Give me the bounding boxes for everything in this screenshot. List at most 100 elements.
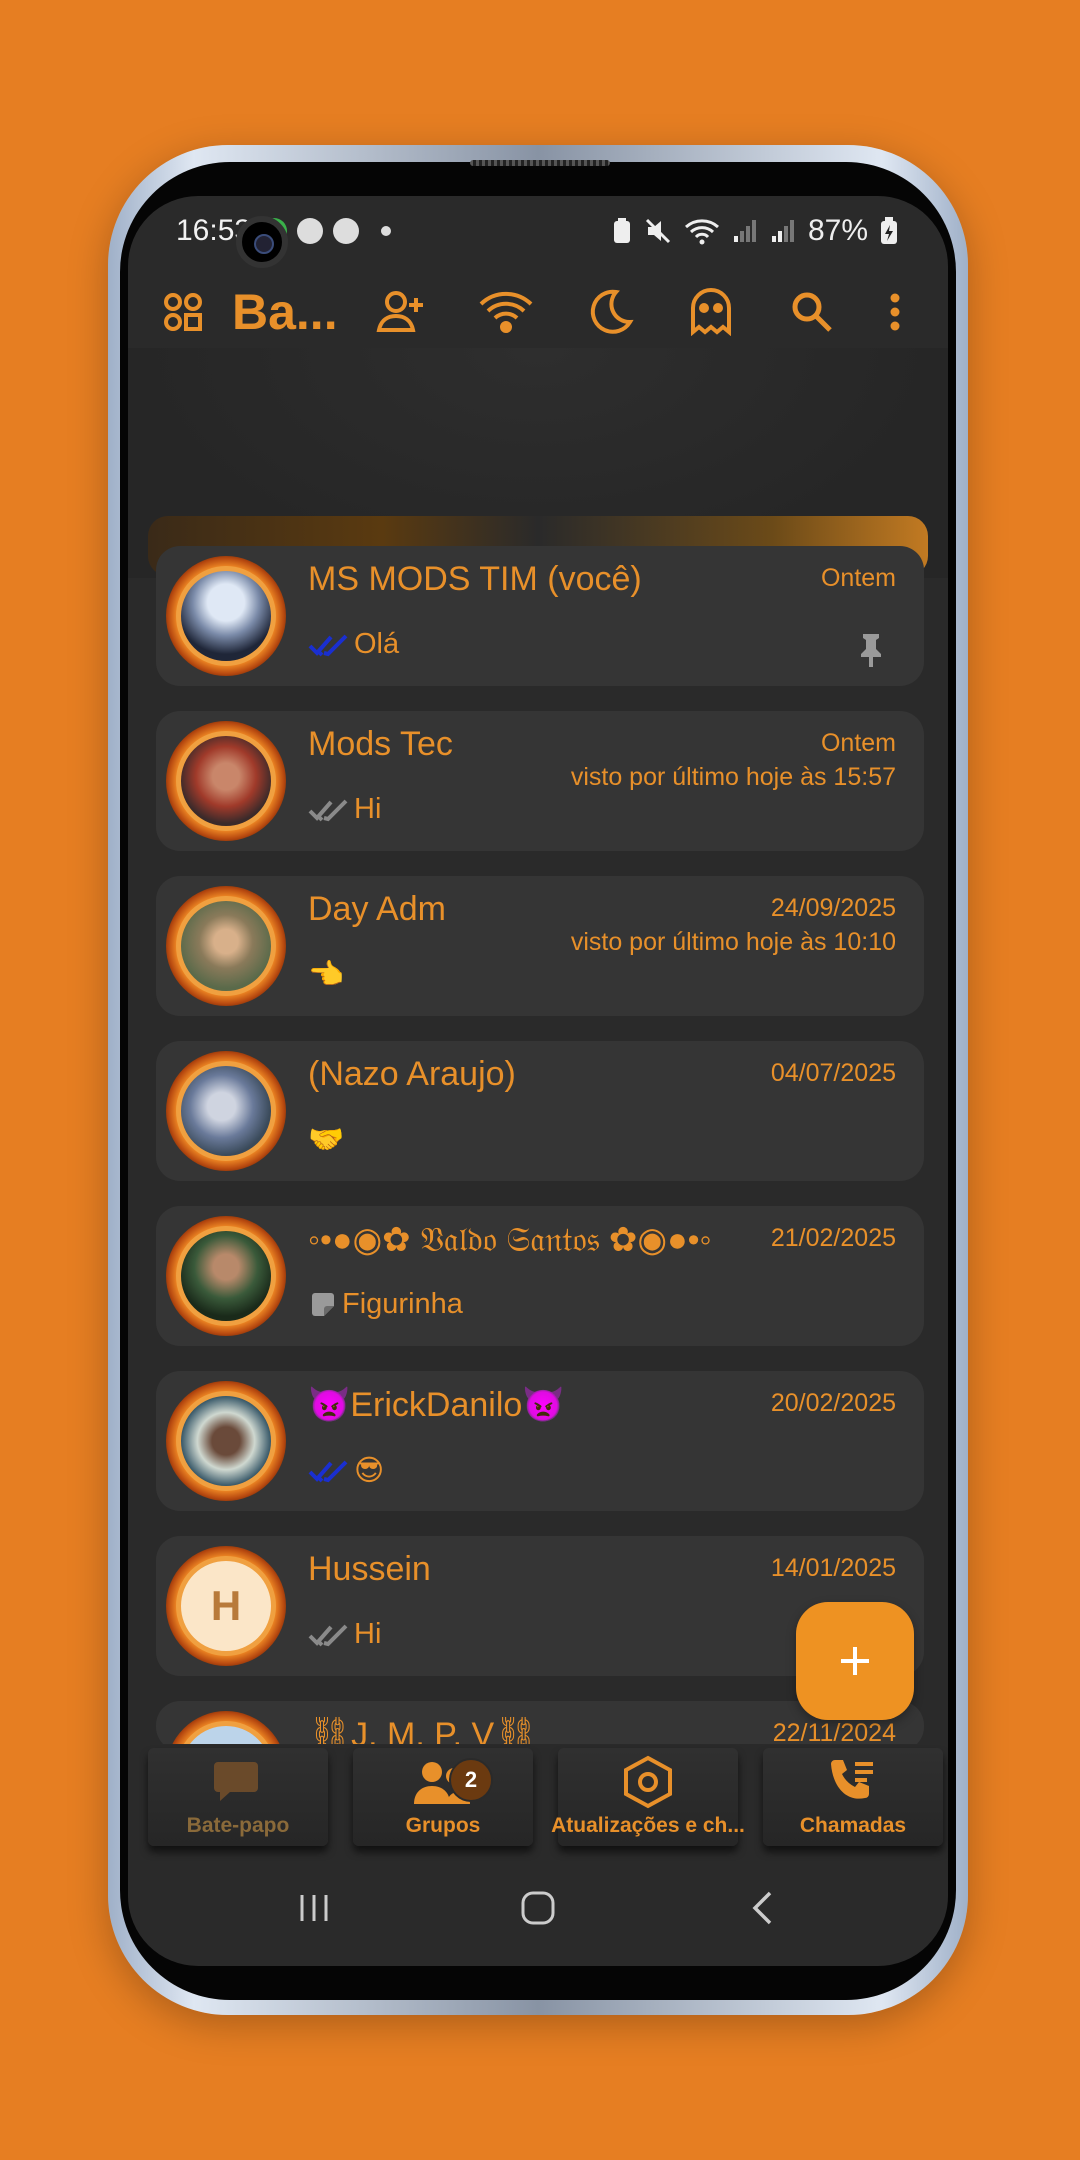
chat-item[interactable]: Mods Tec Ontem visto por último hoje às … xyxy=(156,711,924,851)
battery-percent: 87% xyxy=(807,214,868,247)
avatar[interactable] xyxy=(166,1051,286,1171)
pin-icon xyxy=(861,634,881,667)
tab-grupos[interactable]: Grupos 2 xyxy=(353,1748,533,1846)
tab-label: Grupos xyxy=(405,1814,481,1837)
signal-icon xyxy=(733,220,756,242)
chat-last-message: Olá xyxy=(308,628,399,661)
avatar-image: H xyxy=(176,1556,276,1656)
avatar[interactable] xyxy=(166,886,286,1006)
avatar-image xyxy=(176,1061,276,1161)
chat-name: Day Adm xyxy=(308,890,446,928)
whatsapp-business-icon xyxy=(297,218,324,244)
apps-icon[interactable] xyxy=(158,276,208,348)
avatar-letter: H xyxy=(210,1582,242,1629)
chat-name: MS MODS TIM (você) xyxy=(308,560,642,598)
chat-last-message: 🤝 xyxy=(308,1123,344,1157)
tab-atualizacoes[interactable]: Atualizações e ch... xyxy=(551,1748,745,1846)
chat-last-message: 😎 xyxy=(308,1453,384,1488)
moon-icon[interactable] xyxy=(582,276,638,348)
toolbar-title-text: Ba... xyxy=(232,284,338,340)
whatsapp-icon xyxy=(333,218,360,244)
wifi-status-icon xyxy=(684,219,719,245)
chat-time: 21/02/2025 xyxy=(770,1224,896,1252)
mute-icon xyxy=(645,218,671,244)
avatar-image xyxy=(176,1226,276,1326)
chat-last-message: Figurinha xyxy=(308,1288,463,1321)
chat-last-message: Hi xyxy=(308,1618,381,1651)
double-check-delivered-icon xyxy=(308,1624,348,1646)
chat-time: 14/01/2025 xyxy=(770,1554,896,1582)
home-icon[interactable] xyxy=(508,1878,568,1938)
search-icon[interactable] xyxy=(784,276,840,348)
phone-screen: 16:53 87% Ba... MS MODS TIM (você) Ontem… xyxy=(128,196,948,1966)
chat-item[interactable]: ◦•●◉✿ 𝔙𝔞𝔩𝔡𝔬 𝔖𝔞𝔫𝔱𝔬𝔰 ✿◉●•◦ 21/02/2025 Figu… xyxy=(156,1206,924,1346)
chat-message-text: 😎 xyxy=(354,1455,385,1487)
chat-message-text: 👈 xyxy=(308,959,345,991)
battery-charging-icon xyxy=(881,217,897,244)
updates-icon xyxy=(624,1755,672,1809)
ghost-icon[interactable] xyxy=(683,276,739,348)
chat-time: 24/09/2025 xyxy=(770,894,896,922)
last-seen-text: visto por último hoje às 10:10 xyxy=(570,928,896,956)
chat-time: Ontem xyxy=(820,564,896,592)
top-toolbar: Ba... xyxy=(128,276,948,348)
chat-item[interactable]: 👿ErickDanilo👿 20/02/2025 😎 xyxy=(156,1371,924,1511)
chat-message-text: Figurinha xyxy=(342,1288,463,1320)
tab-chamadas[interactable]: Chamadas xyxy=(763,1748,943,1846)
chat-message-text: Hi xyxy=(354,1618,382,1650)
tab-label: Chamadas xyxy=(799,1814,907,1837)
sticker-icon xyxy=(312,1292,334,1316)
last-seen-text: visto por último hoje às 15:57 xyxy=(570,763,896,791)
signal-icon-2 xyxy=(771,220,794,242)
toolbar-title: Ba... xyxy=(232,276,338,348)
avatar[interactable]: H xyxy=(166,1546,286,1666)
back-icon[interactable] xyxy=(732,1878,792,1938)
chat-last-message: Hi xyxy=(308,793,381,826)
chat-message-text: Hi xyxy=(354,793,382,825)
chat-item[interactable]: MS MODS TIM (você) Ontem Olá xyxy=(156,546,924,686)
tab-bate-papo[interactable]: Bate-papo xyxy=(148,1748,328,1846)
avatar-image xyxy=(176,1391,276,1491)
chat-item[interactable]: (Nazo Araujo) 04/07/2025 🤝 xyxy=(156,1041,924,1181)
chat-name: Hussein xyxy=(308,1550,431,1588)
chat-message-text: Olá xyxy=(354,628,400,660)
front-camera xyxy=(236,216,288,268)
chat-time: 04/07/2025 xyxy=(770,1059,896,1087)
new-chat-fab[interactable] xyxy=(796,1602,914,1720)
chat-message-text: 🤝 xyxy=(308,1124,345,1156)
chat-time: 20/02/2025 xyxy=(770,1389,896,1417)
system-navigation-bar xyxy=(128,1866,948,1946)
battery-saver-icon xyxy=(613,218,630,243)
plus-icon xyxy=(841,1647,869,1675)
double-check-read-icon xyxy=(308,1460,348,1482)
tab-label: Bate-papo xyxy=(186,1814,290,1837)
more-vert-icon[interactable] xyxy=(880,276,910,348)
recent-apps-icon[interactable] xyxy=(284,1878,344,1938)
chat-name: ◦•●◉✿ 𝔙𝔞𝔩𝔡𝔬 𝔖𝔞𝔫𝔱𝔬𝔰 ✿◉●•◦ xyxy=(308,1221,712,1259)
chat-name: (Nazo Araujo) xyxy=(308,1055,516,1093)
chat-last-message: 👈 xyxy=(308,958,344,992)
double-check-read-icon xyxy=(308,634,348,656)
status-system-icons: 87% xyxy=(612,214,898,248)
avatar-image xyxy=(176,731,276,831)
avatar[interactable] xyxy=(166,556,286,676)
tab-label: Atualizações e ch... xyxy=(551,1814,745,1837)
avatar-image xyxy=(176,566,276,666)
chat-name: Mods Tec xyxy=(308,725,453,763)
chat-name: 👿ErickDanilo👿 xyxy=(308,1386,565,1424)
phone-speaker xyxy=(470,160,610,166)
calls-icon xyxy=(831,1760,873,1799)
double-check-delivered-icon xyxy=(308,799,348,821)
avatar[interactable] xyxy=(166,1381,286,1501)
avatar[interactable] xyxy=(166,721,286,841)
add-contact-icon[interactable] xyxy=(371,276,431,348)
chat-item[interactable]: Day Adm 24/09/2025 visto por último hoje… xyxy=(156,876,924,1016)
wifi-icon[interactable] xyxy=(474,276,538,348)
unread-count-badge: 2 xyxy=(449,1758,493,1802)
chat-time: Ontem xyxy=(820,729,896,757)
avatar[interactable] xyxy=(166,1216,286,1336)
bottom-navigation: Bate-papo Grupos 2 Atualizações e ch... … xyxy=(128,1744,948,1854)
avatar-image xyxy=(176,896,276,996)
chat-icon xyxy=(214,1762,258,1801)
more-notifications-dot-icon xyxy=(381,226,392,236)
